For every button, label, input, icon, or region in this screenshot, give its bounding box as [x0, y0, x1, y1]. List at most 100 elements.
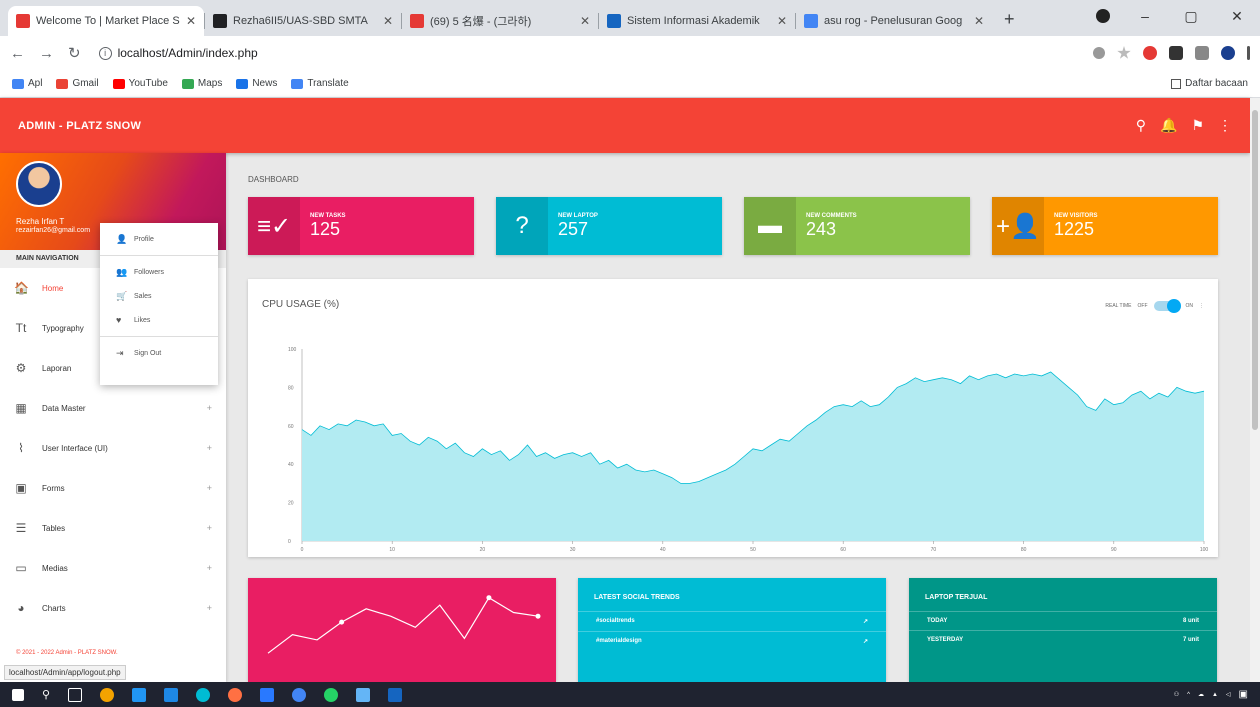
app-icon[interactable]	[356, 687, 371, 702]
info-box-new-comments[interactable]: ▬ NEW COMMENTS 243	[744, 197, 970, 255]
record-icon[interactable]	[1096, 9, 1110, 23]
info-box-icon: ▬	[744, 197, 796, 255]
scrollbar-thumb[interactable]	[1252, 110, 1258, 430]
dropdown-item-followers[interactable]: 👥 Followers	[100, 260, 218, 284]
settings-icon: ⚙	[15, 361, 27, 375]
chrome-icon[interactable]	[292, 687, 307, 702]
expand-icon[interactable]: +	[207, 443, 212, 453]
sidebar-item-user-interface-ui[interactable]: ⌇ User Interface (UI) +	[0, 428, 226, 468]
browser-tab[interactable]: Welcome To | Market Place S ✕	[8, 6, 204, 36]
sidebar-item-label: Laporan	[42, 363, 72, 373]
x-tick-label: 80	[1021, 547, 1027, 553]
y-tick-label: 0	[288, 539, 291, 545]
new-tab-icon[interactable]: +	[992, 9, 1027, 36]
page-scrollbar[interactable]	[1250, 98, 1260, 682]
x-tick-label: 60	[840, 547, 846, 553]
minimize-icon[interactable]: –	[1122, 8, 1168, 24]
brand-title[interactable]: ADMIN - PLATZ SNOW	[18, 120, 141, 132]
reading-list[interactable]: Daftar bacaan	[1171, 78, 1248, 89]
maximize-icon[interactable]: ▢	[1168, 8, 1214, 25]
zoom-icon[interactable]	[1093, 47, 1105, 59]
app-icon[interactable]	[196, 687, 211, 702]
dropdown-item-profile[interactable]: 👤 Profile	[100, 227, 218, 251]
menu-kebab-icon[interactable]	[1247, 46, 1250, 60]
close-tab-icon[interactable]: ✕	[974, 14, 984, 28]
windows-start-icon[interactable]	[12, 688, 24, 701]
trend-row[interactable]: #materialdesign ↗	[578, 631, 886, 651]
sidebar-item-forms[interactable]: ▣ Forms +	[0, 468, 226, 508]
info-box-new-visitors[interactable]: +👤 NEW VISITORS 1225	[992, 197, 1218, 255]
app-icon[interactable]	[388, 687, 403, 702]
address-bar[interactable]: i localhost/Admin/index.php	[95, 40, 1079, 66]
close-tab-icon[interactable]: ✕	[777, 14, 787, 28]
forward-icon[interactable]: →	[39, 45, 54, 62]
vscode-icon[interactable]	[260, 687, 275, 702]
close-tab-icon[interactable]: ✕	[383, 14, 393, 28]
info-box-new-tasks[interactable]: ≡✓ NEW TASKS 125	[248, 197, 474, 255]
sidebar-item-medias[interactable]: ▭ Medias +	[0, 548, 226, 588]
app-icon[interactable]	[132, 687, 147, 702]
network-icon[interactable]: ▲	[1212, 692, 1218, 698]
main-content: DASHBOARD ≡✓ NEW TASKS 125? NEW LAPTOP 257 ▬ N…	[226, 153, 1250, 682]
close-tab-icon[interactable]: ✕	[580, 14, 590, 28]
notification-icon[interactable]: ▣	[1239, 689, 1248, 700]
whatsapp-icon[interactable]	[324, 687, 339, 702]
task-view-icon[interactable]	[68, 687, 83, 702]
chevron-up-icon[interactable]: ^	[1187, 692, 1190, 698]
dropdown-item-sign-out[interactable]: ⇥ Sign Out	[100, 341, 218, 365]
followers-icon: 👥	[116, 266, 128, 277]
playlist-icon[interactable]	[1195, 46, 1209, 60]
browser-tab[interactable]: Sistem Informasi Akademik ✕	[599, 6, 795, 36]
bookmark-item[interactable]: YouTube	[112, 78, 168, 89]
dropdown-item-sales[interactable]: 🛒 Sales	[100, 284, 218, 308]
bookmark-item[interactable]: News	[236, 78, 277, 89]
cloud-icon[interactable]: ☁	[1198, 691, 1204, 698]
trend-row[interactable]: #socialtrends ↗	[578, 611, 886, 631]
close-tab-icon[interactable]: ✕	[186, 14, 196, 28]
sidebar-item-label: Home	[42, 283, 64, 293]
volume-icon[interactable]: ◁	[1226, 691, 1231, 698]
trend-tag: #materialdesign	[596, 638, 642, 644]
profile-avatar[interactable]	[1221, 46, 1235, 60]
browser-tab[interactable]: Rezha6II5/UAS-SBD SMTA ✕	[205, 6, 401, 36]
bookmark-item[interactable]: Apl	[12, 78, 42, 89]
sidebar-item-tables[interactable]: ☰ Tables +	[0, 508, 226, 548]
info-box-label: NEW COMMENTS	[806, 212, 857, 219]
bookmark-item[interactable]: Gmail	[56, 78, 99, 89]
star-icon[interactable]	[1117, 46, 1131, 59]
browser-tab[interactable]: asu rog - Penelusuran Goog ✕	[796, 6, 992, 36]
expand-icon[interactable]: +	[207, 483, 212, 493]
app-icon[interactable]	[100, 687, 115, 702]
extension-puzzle-icon[interactable]	[1169, 46, 1183, 60]
expand-icon[interactable]: +	[207, 603, 212, 613]
more-vert-icon[interactable]: ⋮	[1218, 117, 1232, 134]
flag-icon[interactable]: ⚑	[1191, 117, 1204, 134]
back-icon[interactable]: ←	[10, 45, 25, 62]
user-name[interactable]: Rezha Irfan T	[16, 217, 64, 226]
dropdown-item-label: Likes	[134, 316, 151, 324]
bookmark-item[interactable]: Translate	[291, 78, 349, 89]
close-window-icon[interactable]: ✕	[1214, 8, 1260, 25]
bookmark-icon	[56, 78, 69, 89]
dropdown-item-likes[interactable]: ♥ Likes	[100, 308, 218, 332]
people-icon[interactable]: ⚇	[1174, 691, 1179, 698]
trending-up-icon: ↗	[862, 639, 868, 645]
notifications-icon[interactable]: 🔔	[1160, 117, 1177, 134]
search-icon[interactable]: ⚲	[42, 688, 50, 701]
sidebar-item-charts[interactable]: ◕ Charts +	[0, 588, 226, 628]
site-info-icon[interactable]: i	[98, 46, 112, 60]
firefox-icon[interactable]	[228, 687, 243, 702]
search-icon[interactable]: ⚲	[1136, 117, 1146, 134]
info-box-new-laptop[interactable]: ? NEW LAPTOP 257	[496, 197, 722, 255]
extension-red-icon[interactable]	[1143, 46, 1157, 60]
expand-icon[interactable]: +	[207, 563, 212, 573]
avatar[interactable]	[16, 161, 62, 207]
browser-tab[interactable]: (69) 5 名爆 - (그라하) ✕	[402, 6, 598, 36]
bookmark-item[interactable]: Maps	[181, 78, 222, 89]
sidebar-item-data-master[interactable]: ▦ Data Master +	[0, 388, 226, 428]
expand-icon[interactable]: +	[207, 403, 212, 413]
app-icon[interactable]	[164, 687, 179, 702]
reload-icon[interactable]: ↻	[68, 44, 81, 62]
bookmark-label: Gmail	[72, 78, 99, 89]
expand-icon[interactable]: +	[207, 523, 212, 533]
